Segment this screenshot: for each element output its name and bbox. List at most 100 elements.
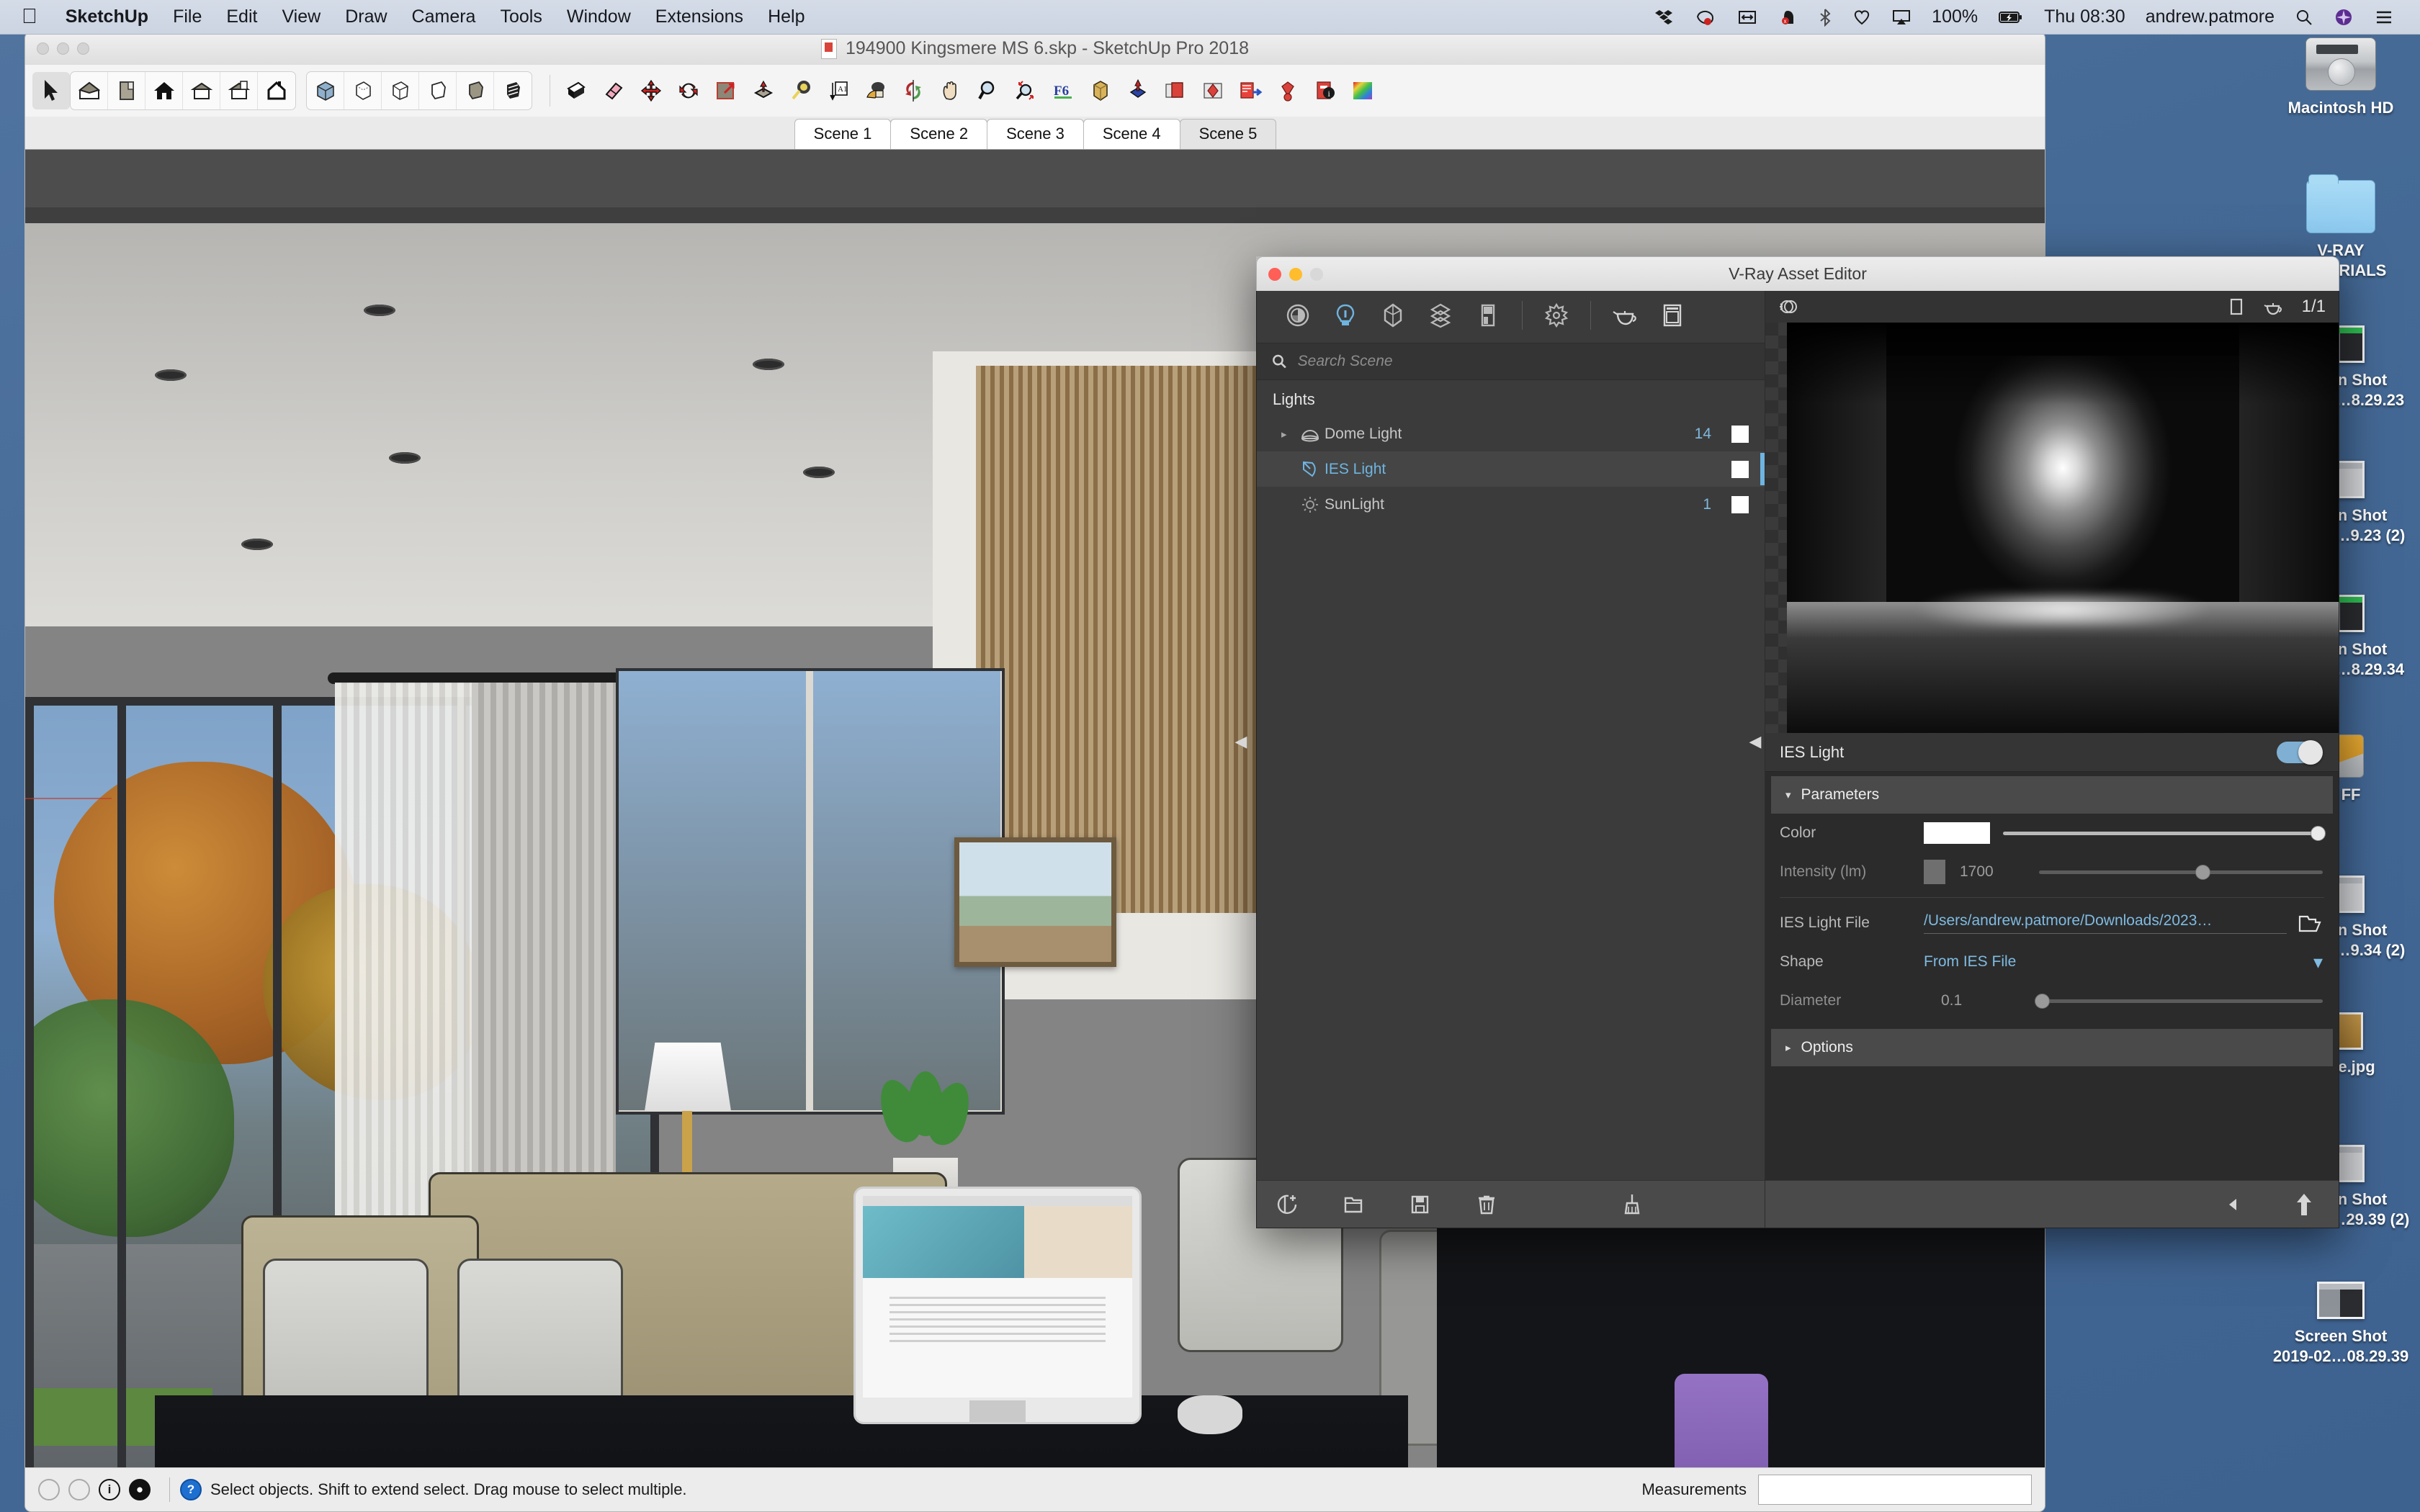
color-multiplier-slider[interactable] <box>2003 825 2326 841</box>
back-view-icon[interactable] <box>457 72 494 109</box>
measurements-input[interactable] <box>1758 1475 2032 1505</box>
light-enable-checkbox[interactable] <box>1731 425 1749 443</box>
vray-extrude-icon[interactable] <box>1119 72 1157 109</box>
chevron-down-icon[interactable]: ▾ <box>2313 951 2323 973</box>
menu-item-draw[interactable]: Draw <box>333 6 399 27</box>
user-head-icon[interactable]: x <box>1767 8 1808 27</box>
rotate-icon[interactable] <box>670 72 707 109</box>
vray-render-rt-icon[interactable] <box>1194 72 1232 109</box>
diameter-slider[interactable] <box>2035 993 2323 1009</box>
menu-item-extensions[interactable]: Extensions <box>643 6 756 27</box>
purge-broom-icon[interactable] <box>1620 1192 1644 1217</box>
apple-icon[interactable]:  <box>0 6 53 27</box>
ies-file-value[interactable]: /Users/andrew.patmore/Downloads/2023… <box>1924 912 2287 934</box>
vray-search-bar[interactable] <box>1257 343 1765 380</box>
info-circle-icon[interactable]: i <box>99 1479 120 1500</box>
light-enable-checkbox[interactable] <box>1731 460 1749 478</box>
help-question-icon[interactable]: ? <box>180 1479 202 1500</box>
vray-frame-buffer-icon[interactable] <box>1232 72 1269 109</box>
right-view-icon[interactable] <box>419 72 457 109</box>
pan-hand-icon[interactable] <box>932 72 969 109</box>
zoom-icon[interactable] <box>969 72 1007 109</box>
scene-tab-3[interactable]: Scene 3 <box>987 119 1084 149</box>
eraser-icon[interactable] <box>595 72 632 109</box>
person-circle-icon[interactable]: ● <box>129 1479 151 1500</box>
collapse-left-arrow[interactable]: ◀ <box>1233 720 1249 763</box>
bluetooth-icon[interactable] <box>1808 8 1842 27</box>
notification-center-icon[interactable] <box>2364 9 2404 25</box>
open-folder-icon[interactable] <box>1342 1192 1366 1217</box>
light-row-dome-light[interactable]: ▸ Dome Light 14 <box>1257 416 1765 451</box>
iso-view-icon[interactable] <box>307 72 344 109</box>
menu-item-edit[interactable]: Edit <box>214 6 269 27</box>
color-swatch[interactable] <box>1924 822 1990 844</box>
collapse-right-arrow[interactable]: ◀ <box>1747 720 1763 763</box>
house-outline-icon[interactable] <box>258 72 295 109</box>
menu-item-sketchup[interactable]: SketchUp <box>53 6 161 27</box>
clock-label[interactable]: Thu 08:30 <box>2034 6 2136 27</box>
house-page-icon[interactable] <box>220 72 258 109</box>
scene-tab-2[interactable]: Scene 2 <box>890 119 988 149</box>
parameters-section-header[interactable]: ▾ Parameters <box>1771 776 2333 814</box>
component-icon[interactable] <box>108 72 145 109</box>
vray-traffic-lights[interactable] <box>1268 268 1323 281</box>
scene-tab-4[interactable]: Scene 4 <box>1083 119 1180 149</box>
sync-icon[interactable] <box>895 72 932 109</box>
vray-info-icon[interactable]: i <box>1307 72 1344 109</box>
add-asset-icon[interactable] <box>1276 1192 1300 1217</box>
up-arrow-icon[interactable] <box>2294 1192 2314 1217</box>
airplay-icon[interactable] <box>1881 8 1922 27</box>
dimension-icon[interactable]: A1 <box>820 72 857 109</box>
zoom-button[interactable] <box>1310 268 1323 281</box>
close-button[interactable] <box>1268 268 1281 281</box>
teapot-preview-tab[interactable] <box>1601 295 1649 336</box>
left-view-icon[interactable] <box>494 72 532 109</box>
preview-ratio-label[interactable]: 1/1 <box>2302 297 2326 317</box>
render-preview-canvas[interactable] <box>1765 323 2339 733</box>
scene-tab-1[interactable]: Scene 1 <box>794 119 892 149</box>
delete-asset-icon[interactable] <box>1474 1192 1499 1217</box>
expand-triangle-icon[interactable]: ▸ <box>1281 428 1296 441</box>
dropdown-shield-icon[interactable] <box>1842 8 1881 27</box>
teapot-preview-icon[interactable] <box>2263 298 2283 315</box>
user-label[interactable]: andrew.patmore <box>2136 6 2285 27</box>
shape-value[interactable]: From IES File <box>1924 953 2313 971</box>
options-section-header[interactable]: ▸ Options <box>1771 1029 2333 1066</box>
house-roof-icon[interactable] <box>183 72 220 109</box>
menu-item-camera[interactable]: Camera <box>400 6 488 27</box>
light-row-ies-light[interactable]: IES Light <box>1257 451 1765 487</box>
menu-item-window[interactable]: Window <box>555 6 643 27</box>
desktop-icon-screenshot-6[interactable]: Screen Shot 2019-02…08.29.39 <box>2269 1282 2413 1366</box>
scene-tab-5[interactable]: Scene 5 <box>1179 119 1277 149</box>
textures-tab[interactable] <box>1417 295 1464 336</box>
f6-icon[interactable]: F6 <box>1044 72 1082 109</box>
back-arrow-icon[interactable] <box>2228 1194 2252 1215</box>
geometry-tab[interactable] <box>1369 295 1417 336</box>
cube-preview-icon[interactable] <box>2228 297 2244 316</box>
desktop-icon-macintosh-hd[interactable]: Macintosh HD <box>2269 37 2413 118</box>
vray-render-icon[interactable] <box>1157 72 1194 109</box>
intensity-texture-slot[interactable] <box>1924 860 1945 884</box>
pushpull-icon[interactable] <box>707 72 745 109</box>
lights-tab[interactable] <box>1322 295 1369 336</box>
color-spectrum-icon[interactable] <box>1344 72 1381 109</box>
settings-tab[interactable] <box>1533 295 1580 336</box>
vray-geometry-icon[interactable] <box>1082 72 1119 109</box>
menu-item-file[interactable]: File <box>161 6 214 27</box>
light-enable-toggle[interactable] <box>2277 739 2323 765</box>
dropbox-icon[interactable] <box>1644 8 1684 27</box>
intensity-value[interactable]: 1700 <box>1960 863 2039 881</box>
house-filled-icon[interactable] <box>145 72 183 109</box>
frame-buffer-tab[interactable] <box>1649 295 1696 336</box>
menu-item-tools[interactable]: Tools <box>488 6 554 27</box>
interactive-render-icon[interactable] <box>1778 298 1801 315</box>
spotlight-search-icon[interactable] <box>2285 9 2323 26</box>
materials-icon[interactable] <box>857 72 895 109</box>
minimize-button[interactable] <box>1289 268 1302 281</box>
diameter-value[interactable]: 0.1 <box>1941 992 2035 1009</box>
offset-icon[interactable] <box>745 72 782 109</box>
move-icon[interactable] <box>632 72 670 109</box>
search-input[interactable] <box>1297 353 1750 370</box>
zoom-extents-icon[interactable] <box>1007 72 1044 109</box>
light-enable-checkbox[interactable] <box>1731 495 1749 513</box>
